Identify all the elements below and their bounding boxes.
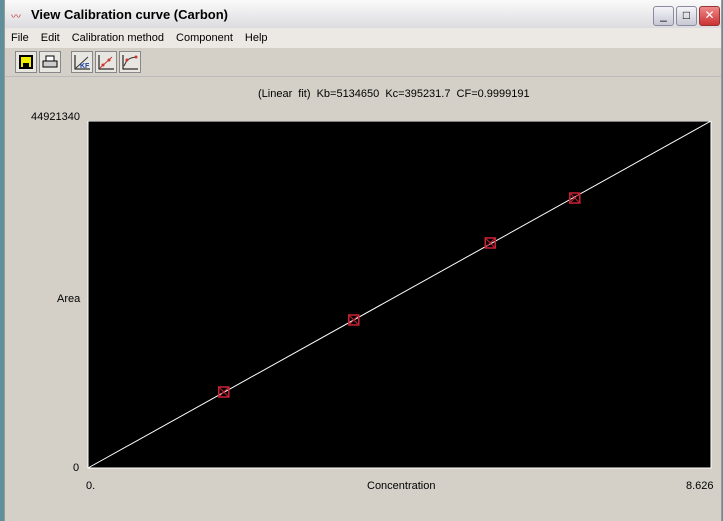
y-max-label: 44921340 [31, 111, 80, 123]
print-button[interactable] [39, 51, 61, 73]
kf-curve-icon: KF [74, 55, 90, 70]
svg-text:KF: KF [80, 63, 90, 70]
save-icon [19, 55, 33, 69]
menu-calibration-method[interactable]: Calibration method [66, 32, 170, 44]
point-curve-icon [122, 55, 138, 70]
menu-edit[interactable]: Edit [35, 32, 66, 44]
menu-help[interactable]: Help [239, 32, 274, 44]
fit-info: (Linear fit) Kb=5134650 Kc=395231.7 CF=0… [258, 88, 530, 100]
minimize-button[interactable]: _ [653, 6, 674, 26]
menu-file[interactable]: File [5, 32, 35, 44]
close-button[interactable]: ✕ [699, 6, 720, 26]
print-icon [42, 55, 58, 68]
title-bar: 〰 View Calibration curve (Carbon) _ □ ✕ [5, 0, 721, 28]
save-button[interactable] [15, 51, 37, 73]
app-icon: 〰 [11, 12, 21, 23]
x-max-label: 8.626 [686, 480, 714, 492]
window-title: View Calibration curve (Carbon) [31, 6, 228, 22]
menu-bar: File Edit Calibration method Component H… [5, 28, 721, 48]
y-min-label: 0 [73, 462, 80, 474]
linear-fit-icon [98, 55, 114, 70]
point-curve-button[interactable] [119, 51, 141, 73]
x-min-label: 0. [86, 480, 96, 492]
linear-fit-button[interactable] [95, 51, 117, 73]
x-axis-label: Concentration [367, 480, 436, 492]
toolbar: KF [5, 48, 721, 77]
kf-curve-button[interactable]: KF [71, 51, 93, 73]
y-axis-label: Area [57, 293, 81, 305]
calibration-plot [87, 121, 712, 469]
menu-component[interactable]: Component [170, 32, 239, 44]
maximize-button[interactable]: □ [676, 6, 697, 26]
